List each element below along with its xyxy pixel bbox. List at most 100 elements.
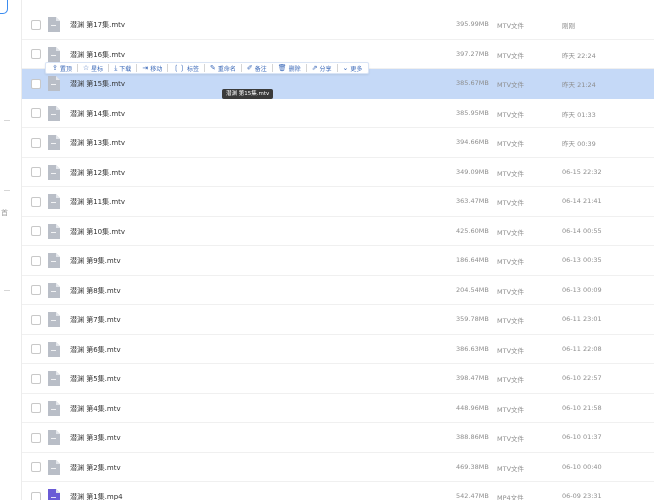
file-name: 潜渊 第14集.mtv [70, 109, 126, 118]
toolbar-share-button[interactable]: ⇗ 分享 [309, 63, 335, 73]
row-checkbox[interactable] [31, 78, 41, 89]
file-date: 昨天 00:39 [562, 140, 596, 148]
generic-file-icon [47, 459, 60, 475]
row-checkbox[interactable] [31, 344, 41, 354]
sidebar-label: 首 [1, 209, 8, 217]
generic-file-icon [47, 46, 60, 62]
row-action-toolbar: ⇪ 置顶 ☆ 星标 ⤓ 下载 ⇥ 移动 ❲❳ 标签 ✎ 重命名 ✐ 备注 🗑 删除 ⇗ 分享 ⌄ 更多 [45, 62, 370, 74]
file-row[interactable]: 潜渊 第11集.mtv 363.47MB MTV文件 06-14 21:41 [22, 187, 654, 217]
file-name: 潜渊 第3集.mtv [70, 434, 121, 442]
sidebar-toggle-button[interactable] [0, 0, 8, 14]
file-type: MTV文件 [497, 140, 525, 148]
row-checkbox[interactable] [31, 491, 41, 500]
filename-tooltip: 潜渊 第15集.mtv [222, 89, 274, 99]
toolbar-chevron-down-button[interactable]: ⌄ 更多 [340, 63, 366, 73]
toolbar-move-button[interactable]: ⇥ 移动 [139, 63, 165, 73]
toolbar-download-button[interactable]: ⤓ 下载 [111, 63, 134, 73]
toolbar-star-button[interactable]: ☆ 星标 [80, 63, 106, 73]
generic-file-icon [47, 194, 60, 209]
file-size: 395.99MB [456, 20, 489, 28]
file-name: 潜渊 第7集.mtv [70, 316, 121, 324]
row-checkbox[interactable] [31, 462, 41, 472]
file-row[interactable]: 潜渊 第14集.mtv 385.95MB MTV文件 昨天 01:33 [22, 99, 654, 128]
toolbar-separator [136, 64, 138, 72]
file-row[interactable]: 潜渊 第1集.mp4 542.47MB MP4文件 06-09 23:31 [22, 482, 654, 500]
generic-file-icon [47, 282, 60, 298]
toolbar-pin-top-button[interactable]: ⇪ 置顶 [49, 63, 75, 73]
file-list: 潜渊 第17集.mtv 395.99MB MTV文件 刚刚 潜渊 第16集.mtv 397… [22, 0, 654, 500]
star-icon: ☆ [82, 63, 90, 72]
file-date: 06-10 22:57 [562, 374, 602, 382]
file-row[interactable]: 潜渊 第5集.mtv 398.47MB MTV文件 06-10 22:57 [22, 364, 654, 394]
file-size: 204.54MB [456, 285, 489, 294]
row-checkbox[interactable] [31, 196, 41, 207]
generic-file-icon [47, 430, 60, 445]
file-row[interactable]: 潜渊 第13集.mtv 394.66MB MTV文件 昨天 00:39 [22, 128, 654, 158]
file-size: 425.60MB [456, 226, 489, 235]
file-row[interactable]: 潜渊 第10集.mtv 425.60MB MTV文件 06-14 00:55 [22, 217, 654, 246]
row-checkbox[interactable] [31, 49, 41, 59]
file-size: 349.09MB [456, 167, 489, 176]
file-name: 潜渊 第6集.mtv [70, 345, 121, 354]
file-row[interactable]: 潜渊 第2集.mtv 469.38MB MTV文件 06-10 00:40 [22, 453, 654, 482]
row-checkbox[interactable] [31, 314, 41, 325]
row-checkbox[interactable] [31, 255, 41, 266]
generic-file-icon [47, 223, 60, 239]
generic-file-icon [47, 253, 60, 268]
row-checkbox[interactable] [31, 432, 41, 443]
toolbar-label: 移动 [150, 65, 163, 73]
delete-icon: 🗑 [277, 63, 287, 72]
toolbar-separator [305, 64, 307, 72]
file-size: 397.27MB [456, 49, 489, 58]
file-name: 潜渊 第8集.mtv [70, 286, 121, 295]
file-name: 潜渊 第1集.mp4 [70, 493, 123, 500]
file-name: 潜渊 第10集.mtv [70, 227, 126, 236]
row-checkbox[interactable] [31, 108, 41, 118]
file-row[interactable]: 潜渊 第8集.mtv 204.54MB MTV文件 06-13 00:09 [22, 276, 654, 305]
file-date: 刚刚 [562, 22, 575, 30]
file-type: MTV文件 [497, 376, 525, 384]
file-type: MTV文件 [497, 435, 525, 443]
file-date: 昨天 21:24 [562, 81, 596, 89]
row-checkbox[interactable] [31, 403, 41, 413]
file-date: 06-10 00:40 [562, 462, 602, 471]
file-date: 06-10 21:58 [562, 403, 602, 412]
file-size: 469.38MB [456, 462, 489, 471]
row-checkbox[interactable] [31, 373, 41, 384]
file-date: 06-13 00:35 [562, 256, 602, 264]
row-checkbox[interactable] [31, 19, 41, 30]
file-type: MTV文件 [497, 258, 525, 266]
file-size: 385.95MB [456, 108, 489, 117]
file-row[interactable]: 潜渊 第4集.mtv 448.96MB MTV文件 06-10 21:58 [22, 394, 654, 423]
file-size: 448.96MB [456, 403, 489, 412]
row-checkbox[interactable] [31, 167, 41, 177]
file-type: MTV文件 [497, 22, 525, 30]
toolbar-note-button[interactable]: ✐ 备注 [244, 63, 270, 73]
file-type: MTV文件 [497, 464, 525, 473]
file-row[interactable]: 潜渊 第12集.mtv 349.09MB MTV文件 06-15 22:32 [22, 158, 654, 187]
row-checkbox[interactable] [31, 137, 41, 148]
row-checkbox[interactable] [31, 226, 41, 236]
chevron-down-icon: ⌄ [342, 63, 349, 72]
file-type: MTV文件 [497, 317, 525, 325]
file-date: 06-11 23:01 [562, 315, 602, 323]
file-type: MTV文件 [497, 81, 525, 89]
file-name: 潜渊 第15集.mtv [70, 80, 126, 88]
toolbar-tag-button[interactable]: ❲❳ 标签 [170, 63, 202, 73]
file-row[interactable]: 潜渊 第6集.mtv 386.63MB MTV文件 06-11 22:08 [22, 335, 654, 364]
file-type: MTV文件 [497, 346, 525, 355]
toolbar-delete-button[interactable]: 🗑 删除 [275, 63, 304, 73]
file-row[interactable]: 潜渊 第7集.mtv 359.78MB MTV文件 06-11 23:01 [22, 305, 654, 335]
file-type: MTV文件 [497, 228, 525, 237]
row-checkbox[interactable] [31, 285, 41, 295]
file-row[interactable]: 潜渊 第9集.mtv 186.64MB MTV文件 06-13 00:35 [22, 246, 654, 276]
toolbar-label: 标签 [186, 65, 199, 73]
generic-file-icon [47, 164, 60, 180]
file-date: 昨天 22:24 [562, 51, 596, 60]
file-name: 潜渊 第13集.mtv [70, 139, 126, 147]
file-row[interactable]: 潜渊 第3集.mtv 388.86MB MTV文件 06-10 01:37 [22, 423, 654, 453]
file-row[interactable]: 潜渊 第17集.mtv 395.99MB MTV文件 刚刚 [22, 10, 654, 40]
generic-file-icon [47, 341, 60, 357]
generic-file-icon [47, 400, 60, 416]
toolbar-rename-button[interactable]: ✎ 重命名 [207, 63, 239, 73]
